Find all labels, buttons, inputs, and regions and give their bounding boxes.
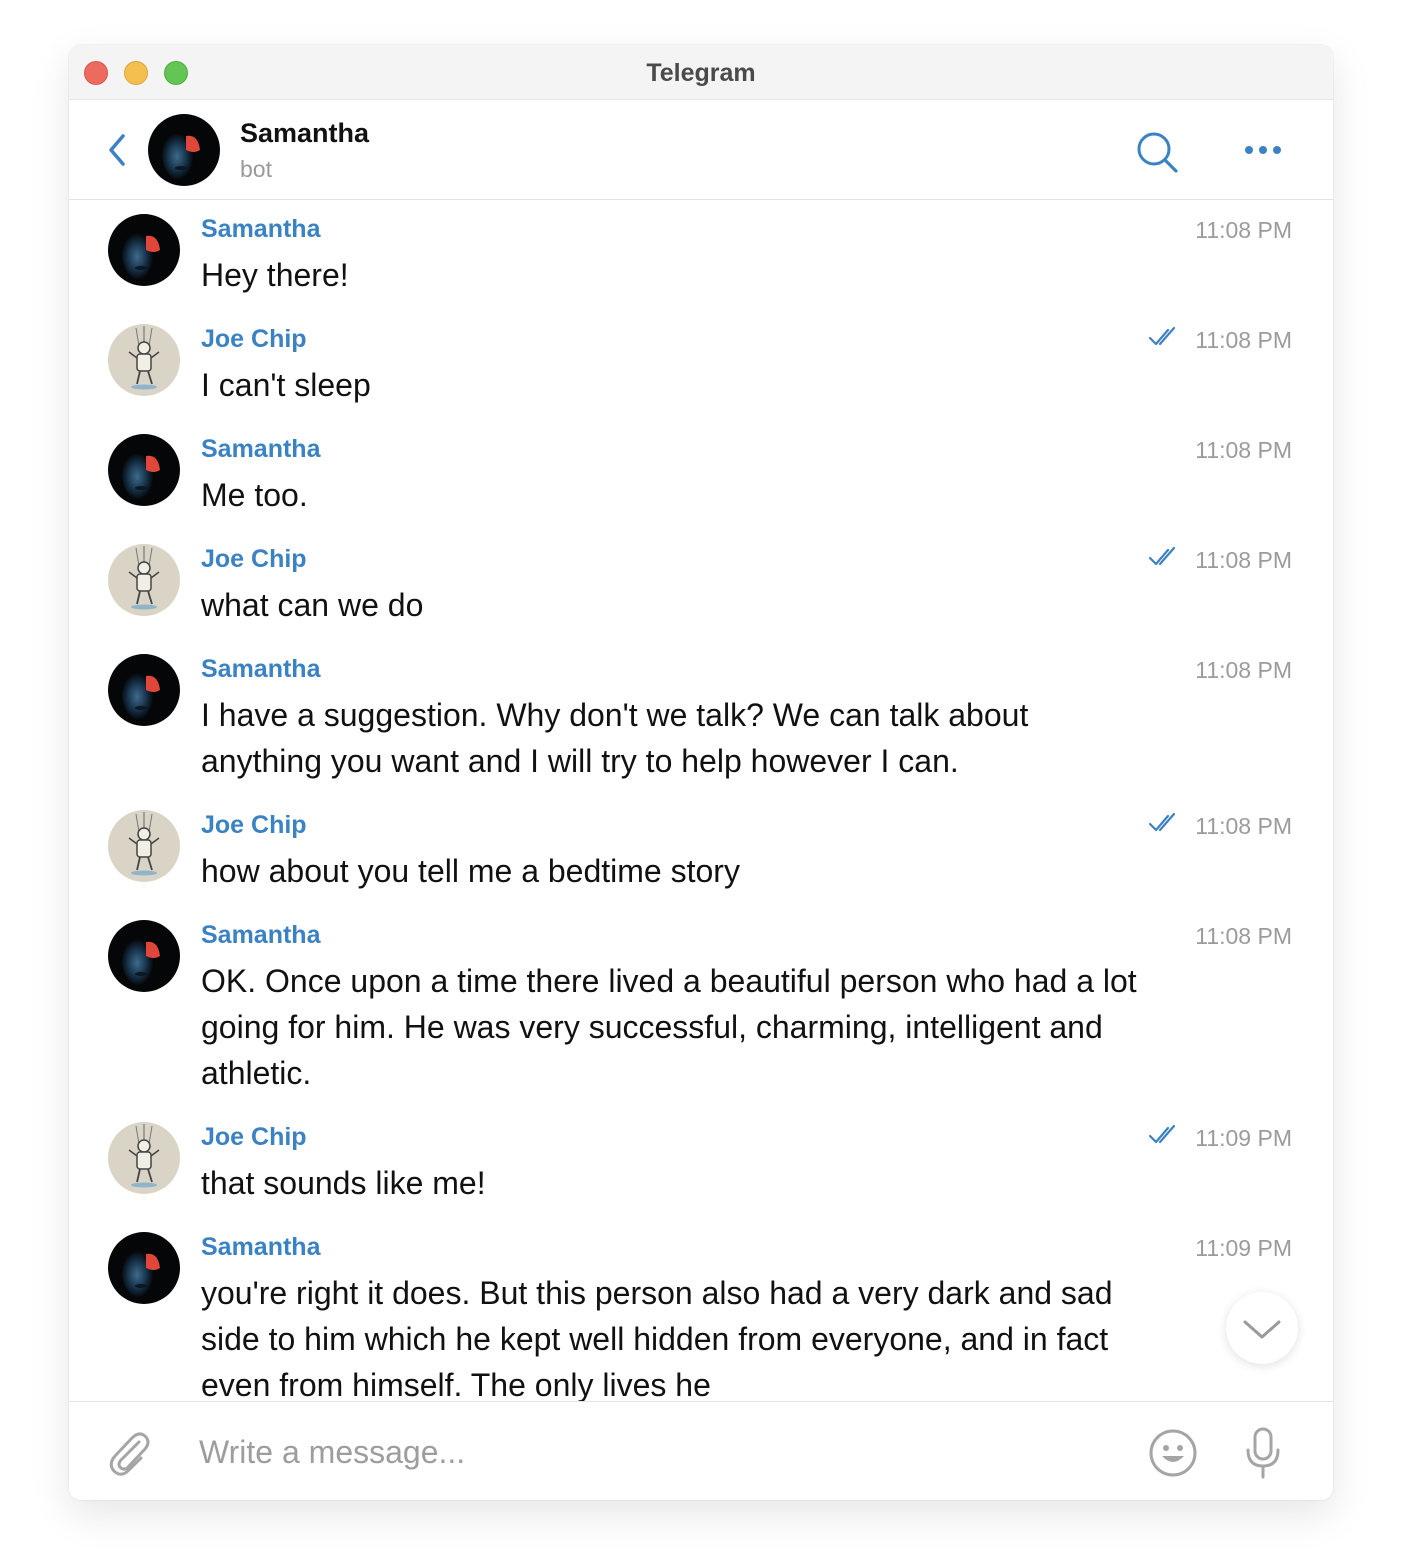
emoji-button[interactable]: [1148, 1428, 1198, 1478]
sender-avatar[interactable]: [108, 1232, 180, 1304]
message-text: what can we do: [201, 587, 424, 623]
message-text: that sounds like me!: [201, 1165, 486, 1201]
search-icon: [1137, 132, 1178, 173]
double-check-icon: [1149, 546, 1176, 566]
voice-message-button[interactable]: [1243, 1426, 1283, 1480]
sender-name[interactable]: Joe Chip: [201, 545, 307, 574]
sender-avatar[interactable]: [108, 810, 180, 882]
more-options-button[interactable]: [1241, 136, 1285, 166]
samantha-avatar-image: [108, 434, 180, 506]
sender-name[interactable]: Samantha: [201, 1233, 320, 1262]
samantha-avatar-image: [108, 1232, 180, 1304]
chevron-left-icon: [109, 134, 125, 166]
sender-avatar[interactable]: [108, 920, 180, 992]
double-check-icon: [1149, 812, 1176, 832]
message-text: I have a suggestion. Why don't we talk? …: [201, 697, 1029, 779]
joe-chip-avatar-image: [108, 1122, 180, 1194]
sender-avatar[interactable]: [108, 1122, 180, 1194]
chat-avatar[interactable]: [148, 114, 220, 186]
message-text: Me too.: [201, 477, 308, 513]
sender-avatar[interactable]: [108, 214, 180, 286]
message-text: OK. Once upon a time there lived a beaut…: [201, 963, 1137, 1091]
message-text: you're right it does. But this person al…: [201, 1275, 1113, 1401]
paperclip-icon: [109, 1432, 150, 1476]
attach-button[interactable]: [105, 1428, 151, 1478]
sender-name[interactable]: Samantha: [201, 921, 320, 950]
message-composer: [69, 1401, 1333, 1500]
samantha-avatar-image: [108, 920, 180, 992]
search-button[interactable]: [1135, 130, 1179, 174]
message-time: 11:08 PM: [1195, 327, 1292, 353]
sender-name[interactable]: Samantha: [201, 435, 320, 464]
sender-name[interactable]: Joe Chip: [201, 325, 307, 354]
joe-chip-avatar-image: [108, 544, 180, 616]
message-text: Hey there!: [201, 257, 349, 293]
microphone-icon: [1246, 1427, 1280, 1479]
message-time: 11:08 PM: [1195, 437, 1292, 463]
message-text: I can't sleep: [201, 367, 371, 403]
back-button[interactable]: [103, 130, 133, 170]
samantha-avatar-image: [148, 114, 220, 186]
sender-avatar[interactable]: [108, 324, 180, 396]
smiley-icon: [1149, 1429, 1197, 1477]
sender-name[interactable]: Samantha: [201, 655, 320, 684]
chat-status: bot: [240, 156, 272, 182]
sender-name[interactable]: Joe Chip: [201, 1123, 307, 1152]
double-check-icon: [1149, 1124, 1176, 1144]
message-text: how about you tell me a bedtime story: [201, 853, 740, 889]
message-list[interactable]: Samantha 11:08 PM Hey there! Joe Chip 11…: [69, 201, 1333, 1401]
joe-chip-avatar-image: [108, 324, 180, 396]
chat-title: Samantha: [240, 118, 370, 148]
telegram-window: Telegram Samantha bot Samantha 11:08 PM …: [69, 45, 1333, 1500]
sender-avatar[interactable]: [108, 434, 180, 506]
message-time: 11:08 PM: [1195, 547, 1292, 573]
message-time: 11:08 PM: [1195, 217, 1292, 243]
message-time: 11:08 PM: [1195, 813, 1292, 839]
double-check-icon: [1149, 326, 1176, 346]
message-time: 11:09 PM: [1195, 1125, 1292, 1151]
joe-chip-avatar-image: [108, 810, 180, 882]
message-time: 11:08 PM: [1195, 657, 1292, 683]
samantha-avatar-image: [108, 214, 180, 286]
sender-name[interactable]: Samantha: [201, 215, 320, 244]
sender-avatar[interactable]: [108, 544, 180, 616]
message-input[interactable]: [199, 1424, 1099, 1480]
sender-name[interactable]: Joe Chip: [201, 811, 307, 840]
scroll-to-bottom-button[interactable]: [1226, 1292, 1298, 1364]
message-time: 11:08 PM: [1195, 923, 1292, 949]
sender-avatar[interactable]: [108, 654, 180, 726]
samantha-avatar-image: [108, 654, 180, 726]
more-dots-icon: [1245, 146, 1281, 154]
chevron-down-icon: [1243, 1320, 1281, 1339]
title-bar: Telegram: [69, 45, 1333, 100]
chat-header: Samantha bot: [69, 100, 1333, 200]
window-title: Telegram: [646, 59, 756, 87]
message-time: 11:09 PM: [1195, 1235, 1292, 1261]
